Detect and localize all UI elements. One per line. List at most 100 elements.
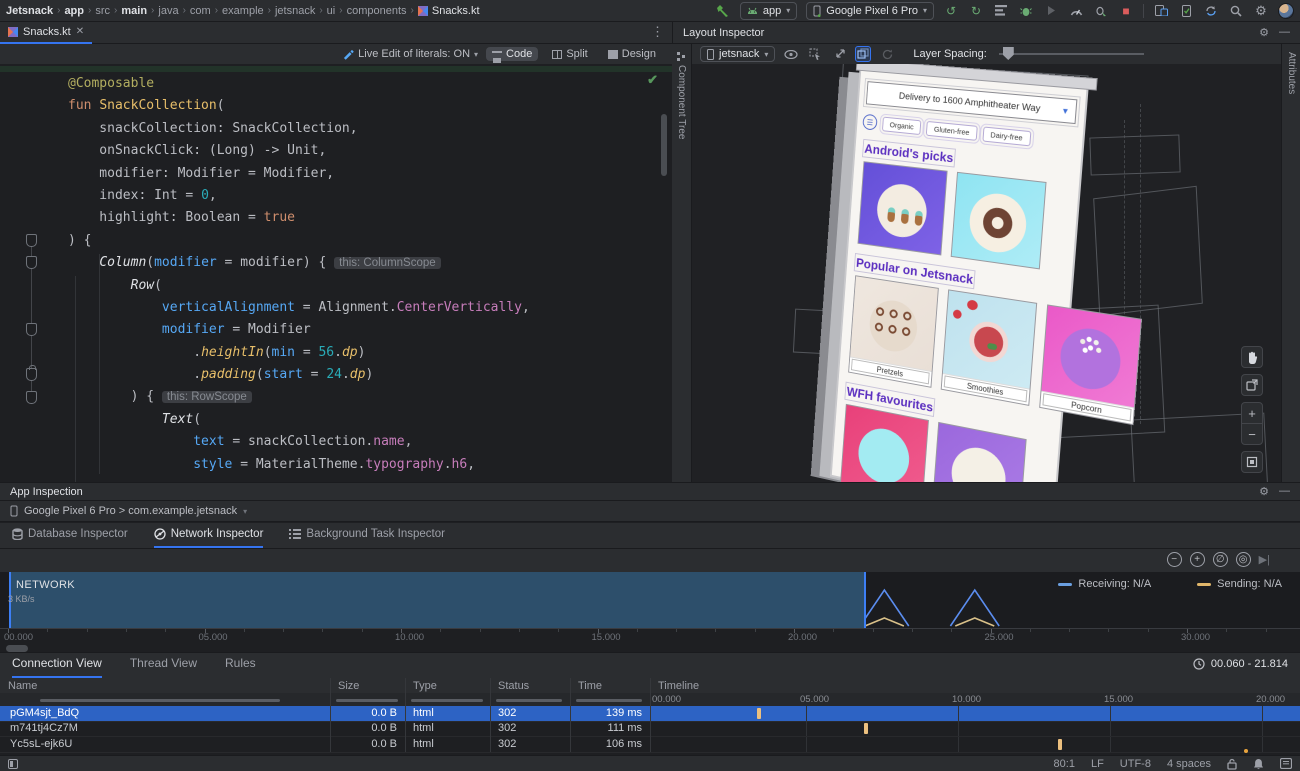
running-devices-icon[interactable] <box>1178 3 1194 19</box>
editor-options-kebab-icon[interactable]: ⋮ <box>651 24 664 40</box>
snack-card[interactable]: Pretzels <box>848 275 939 388</box>
range-selection[interactable] <box>10 572 866 628</box>
breadcrumb-item[interactable]: Jetsnack <box>6 5 53 17</box>
refresh-icon[interactable] <box>879 46 895 62</box>
apply-changes-icon[interactable]: ↺ <box>943 3 959 19</box>
snack-card[interactable] <box>857 161 948 256</box>
snack-card[interactable] <box>931 421 1027 482</box>
gutter-compose-marker-icon[interactable] <box>26 323 37 337</box>
profiler-icon[interactable] <box>1068 3 1084 19</box>
search-everywhere-icon[interactable] <box>1228 3 1244 19</box>
zoom-out-icon[interactable]: − <box>1241 423 1263 445</box>
breadcrumb-item[interactable]: app <box>64 5 84 17</box>
app-inspection-settings-gear-icon[interactable]: ⚙ <box>1259 485 1269 498</box>
apply-code-changes-icon[interactable]: ↻ <box>968 3 984 19</box>
zoom-to-fit-icon[interactable] <box>1241 451 1263 473</box>
reset-view-icon[interactable] <box>1241 374 1263 396</box>
breadcrumb-item[interactable]: main <box>121 5 147 17</box>
mode-design-button[interactable]: Design <box>602 47 662 61</box>
snack-card[interactable]: Popcorn <box>1039 304 1143 426</box>
tab-thread-view[interactable]: Thread View <box>130 656 197 678</box>
sync-gradle-icon[interactable] <box>1203 3 1219 19</box>
app-inspection-minimize-icon[interactable]: — <box>1279 485 1290 498</box>
zoom-out-icon[interactable]: − <box>1166 552 1182 567</box>
profile-bug-icon[interactable] <box>1093 3 1109 19</box>
caret-position[interactable]: 80:1 <box>1054 758 1075 770</box>
breadcrumb-item[interactable]: java <box>158 5 178 17</box>
snack-card[interactable] <box>950 171 1047 270</box>
tab-network-inspector[interactable]: Network Inspector <box>153 528 264 548</box>
tab-background-task-inspector[interactable]: Background Task Inspector <box>289 528 445 548</box>
layout-inspector-minimize-icon[interactable]: — <box>1279 26 1290 39</box>
layout-inspector-settings-gear-icon[interactable]: ⚙ <box>1259 26 1269 39</box>
device-manager-icon[interactable] <box>1153 3 1169 19</box>
reset-zoom-icon[interactable]: ∅ <box>1212 552 1228 567</box>
selection-end-handle[interactable] <box>864 572 867 628</box>
breadcrumb-item[interactable]: Snacks.kt <box>417 5 480 17</box>
breadcrumb-item[interactable]: ui <box>327 5 336 17</box>
inspection-ok-icon[interactable]: ✔ <box>647 72 658 88</box>
component-tree-tab[interactable]: Component Tree <box>676 44 687 140</box>
code-editor[interactable]: @Composable fun SnackCollection( snackCol… <box>0 64 672 482</box>
breadcrumb-item[interactable]: jetsnack <box>275 5 315 17</box>
zoom-in-icon[interactable]: + <box>1189 552 1205 567</box>
snack-card[interactable]: Smoothies <box>940 289 1038 406</box>
layout-inspector-3d-viewport[interactable]: Delivery to 1600 Amphitheater Way ▼ ☰ Or… <box>692 64 1281 482</box>
tab-connection-view[interactable]: Connection View <box>12 656 102 678</box>
layer-spacing-slider[interactable] <box>998 47 1144 60</box>
column-header[interactable]: Type <box>413 680 437 692</box>
column-header[interactable]: Size <box>338 680 359 692</box>
snack-card[interactable] <box>839 403 929 482</box>
tab-rules[interactable]: Rules <box>225 656 256 678</box>
inspected-app-screen[interactable]: Delivery to 1600 Amphitheater Way ▼ ☰ Or… <box>829 64 1143 482</box>
column-header[interactable]: Status <box>498 680 529 692</box>
mode-split-button[interactable]: Split <box>546 47 593 61</box>
network-traffic-chart[interactable]: NETWORK 3 KB/s Receiving: N/A Sending: N… <box>0 572 1300 628</box>
line-ending[interactable]: LF <box>1091 758 1104 770</box>
debug-icon[interactable] <box>1018 3 1034 19</box>
column-header[interactable]: Name <box>8 680 37 692</box>
chart-horizontal-scrollbar[interactable] <box>6 645 28 652</box>
gutter-lock-icon[interactable] <box>26 365 37 382</box>
mode-3d-icon[interactable] <box>855 46 872 62</box>
stop-icon[interactable]: ■ <box>1118 3 1134 19</box>
indent-setting[interactable]: 4 spaces <box>1167 758 1211 770</box>
gutter-compose-marker-icon[interactable] <box>26 256 37 270</box>
layout-toggle-icon[interactable] <box>8 758 18 769</box>
pan-hand-icon[interactable] <box>1241 346 1263 368</box>
slider-knob[interactable] <box>1002 47 1014 60</box>
inspection-process-selector[interactable]: Google Pixel 6 Pro > com.example.jetsnac… <box>0 500 1300 522</box>
settings-gear-icon[interactable]: ⚙ <box>1253 3 1269 19</box>
editor-scrollbar[interactable] <box>661 114 667 176</box>
lock-icon[interactable] <box>1227 758 1237 770</box>
select-component-icon[interactable] <box>807 46 823 62</box>
chart-time-ruler[interactable]: 00.000 05.000 10.000 15.000 20.000 25.000 30.0… <box>0 628 1300 643</box>
device-select[interactable]: Google Pixel 6 Pro ▾ <box>806 1 934 20</box>
attach-debugger-icon[interactable] <box>1043 3 1059 19</box>
tab-snacks-kt[interactable]: Snacks.kt ✕ <box>0 21 93 44</box>
live-edit-dropdown[interactable]: Live Edit of literals: ON ▾ <box>343 48 478 60</box>
connections-table[interactable]: Name Size Type Status Time Timeline 00.000 05.… <box>0 678 1300 753</box>
user-avatar[interactable] <box>1278 2 1294 19</box>
gutter-compose-marker-icon[interactable] <box>26 233 37 247</box>
zoom-to-selection-icon[interactable]: ◎ <box>1235 552 1251 567</box>
attach-to-live-icon[interactable]: ▶| <box>1259 553 1270 566</box>
breadcrumb-item[interactable]: components <box>347 5 407 17</box>
build-variants-icon[interactable] <box>993 3 1009 19</box>
view-options-eye-icon[interactable] <box>783 46 799 62</box>
breadcrumb-item[interactable]: example <box>222 5 264 17</box>
run-configuration-select[interactable]: app ▾ <box>739 1 798 20</box>
pan-2d-icon[interactable] <box>831 46 847 62</box>
column-header[interactable]: Time <box>578 680 602 692</box>
zoom-in-icon[interactable]: + <box>1241 402 1263 424</box>
column-header[interactable]: Timeline <box>658 680 699 692</box>
breadcrumb-item[interactable]: src <box>95 5 110 17</box>
notifications-bell-icon[interactable] <box>1253 758 1264 770</box>
mode-code-button[interactable]: Code <box>486 47 539 61</box>
close-tab-icon[interactable]: ✕ <box>76 26 84 37</box>
inspector-process-select[interactable]: jetsnack ▾ <box>700 46 776 62</box>
breadcrumb-item[interactable]: com <box>190 5 211 17</box>
tab-database-inspector[interactable]: Database Inspector <box>12 528 128 548</box>
help-book-icon[interactable] <box>1280 758 1292 769</box>
attributes-tab[interactable]: Attributes <box>1286 44 1297 94</box>
